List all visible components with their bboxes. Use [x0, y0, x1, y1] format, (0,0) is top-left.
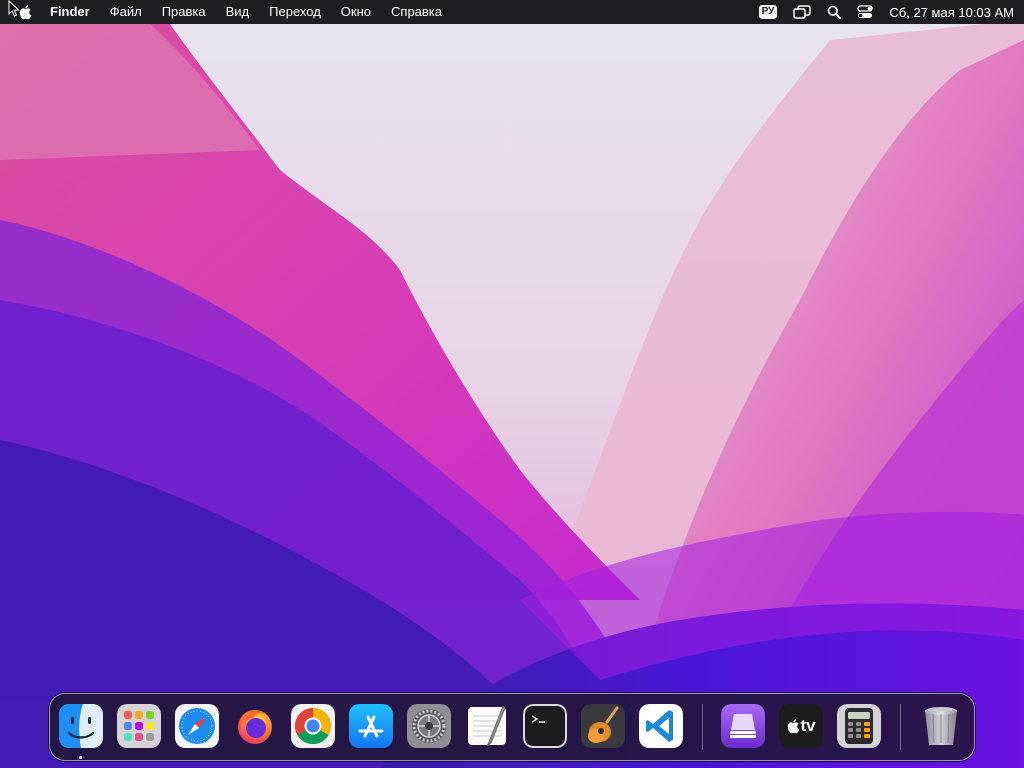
menu-file[interactable]: Файл [100, 0, 152, 24]
spotlight-search-icon[interactable] [819, 0, 849, 24]
textedit-icon[interactable] [465, 704, 509, 748]
control-center-icon[interactable] [849, 0, 881, 24]
finder-icon[interactable] [59, 704, 103, 748]
app-store-icon[interactable] [349, 704, 393, 748]
input-language-label: РУ [758, 5, 778, 19]
finder-running-indicator [79, 756, 82, 759]
menu-window[interactable]: Окно [331, 0, 381, 24]
configurator-icon[interactable] [721, 704, 765, 748]
mouse-cursor-icon [8, 0, 20, 17]
vscode-icon[interactable] [639, 704, 683, 748]
dock: tv [49, 693, 975, 761]
launchpad-icon[interactable] [117, 704, 161, 748]
menu-view[interactable]: Вид [216, 0, 260, 24]
chrome-icon[interactable] [291, 704, 335, 748]
system-settings-icon[interactable] [407, 704, 451, 748]
screen-mirroring-icon[interactable] [785, 0, 819, 24]
menubar-clock[interactable]: Сб, 27 мая 10:03 AM [881, 5, 1014, 20]
dock-separator [900, 704, 901, 750]
apple-tv-label: tv [800, 716, 816, 735]
menu-bar: Finder Файл Правка Вид Переход Окно Спра… [0, 0, 1024, 24]
menu-edit[interactable]: Правка [152, 0, 216, 24]
apple-tv-logo-icon [788, 719, 800, 734]
firefox-icon[interactable] [233, 704, 277, 748]
menu-app-finder[interactable]: Finder [40, 0, 100, 24]
trash-icon[interactable] [919, 704, 963, 748]
apple-tv-icon[interactable]: tv [779, 704, 823, 748]
desktop-wallpaper [0, 0, 1024, 768]
garageband-icon[interactable] [581, 704, 625, 748]
terminal-icon[interactable] [523, 704, 567, 748]
menu-help[interactable]: Справка [381, 0, 452, 24]
safari-icon[interactable] [175, 704, 219, 748]
menu-go[interactable]: Переход [259, 0, 331, 24]
calculator-icon[interactable] [837, 704, 881, 748]
dock-separator [702, 704, 703, 750]
input-language-menu[interactable]: РУ [751, 0, 786, 24]
